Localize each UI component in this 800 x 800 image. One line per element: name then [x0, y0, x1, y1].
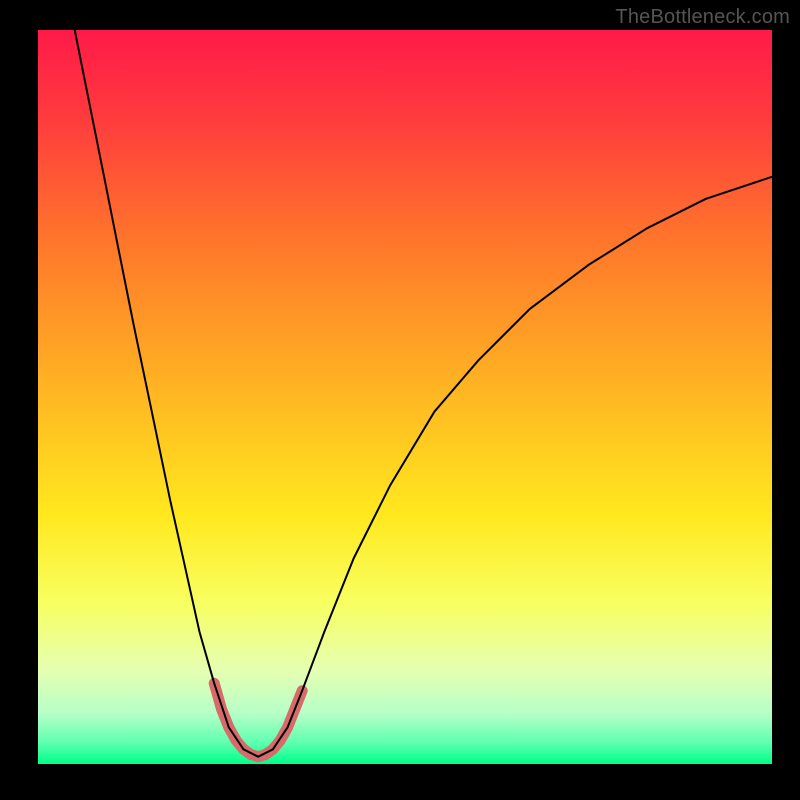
bottleneck-chart: [0, 0, 800, 800]
watermark-text: TheBottleneck.com: [615, 6, 790, 29]
chart-frame: TheBottleneck.com: [0, 0, 800, 800]
